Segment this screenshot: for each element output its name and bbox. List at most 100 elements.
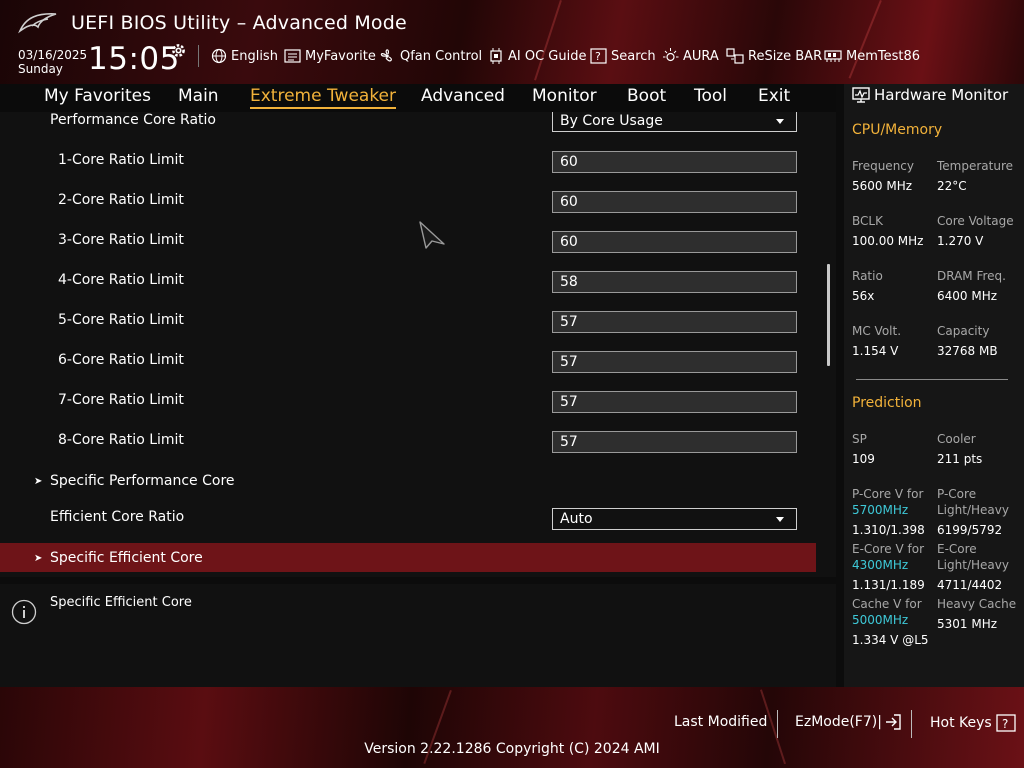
pcore-v-freq: 5700MHz (852, 503, 909, 517)
tab-main[interactable]: Main (178, 86, 219, 106)
last-modified-button[interactable]: Last Modified (674, 714, 767, 730)
resize-bar-button[interactable]: ReSize BAR (726, 47, 822, 65)
performance-core-ratio-select[interactable]: By Core Usage (552, 112, 797, 132)
ratio-label: Ratio (852, 269, 883, 283)
pcore-v-label-text: P-Core V for (852, 487, 924, 501)
exit-arrow-icon (885, 714, 901, 730)
cpu-memory-section-title: CPU/Memory (852, 122, 943, 138)
hardware-monitor-panel: Hardware Monitor CPU/Memory Frequency 56… (844, 84, 1024, 687)
date-text: 03/16/2025 (18, 48, 88, 62)
cache-v-label: Cache V for 5000MHz (852, 596, 922, 628)
language-label: English (231, 48, 278, 64)
core-limit-field[interactable]: 57 (552, 351, 797, 373)
ecore-lh-label-1: E-Core (937, 542, 977, 556)
myfavorite-button[interactable]: MyFavorite (284, 47, 376, 65)
ecore-lh-label-2: Light/Heavy (937, 558, 1009, 572)
myfavorite-label: MyFavorite (305, 48, 376, 64)
info-icon (11, 599, 37, 625)
mc-volt-label: MC Volt. (852, 324, 902, 338)
aura-light-icon (663, 48, 679, 62)
ai-oc-guide-label: AI OC Guide (508, 48, 587, 64)
core-limit-label: 6-Core Ratio Limit (58, 352, 184, 368)
core-limit-field[interactable]: 60 (552, 151, 797, 173)
pcore-light-heavy-value: 6199/5792 (937, 523, 1003, 537)
fan-icon (380, 49, 392, 62)
qfan-control-button[interactable]: Qfan Control (378, 47, 482, 65)
footer-divider (777, 710, 778, 738)
core-limit-label: 4-Core Ratio Limit (58, 272, 184, 288)
monitor-icon (852, 87, 870, 103)
core-limit-label: 3-Core Ratio Limit (58, 232, 184, 248)
ecore-light-heavy-value: 4711/4402 (937, 578, 1003, 592)
help-panel: Specific Efficient Core (0, 584, 836, 687)
tab-my-favorites[interactable]: My Favorites (44, 86, 151, 106)
resize-bar-label: ReSize BAR (748, 48, 823, 64)
performance-core-ratio-value: By Core Usage (560, 113, 663, 129)
tab-tool[interactable]: Tool (694, 86, 727, 106)
tab-extreme-tweaker[interactable]: Extreme Tweaker (250, 86, 397, 109)
cache-v-value: 1.334 V @L5 (852, 633, 929, 647)
ecore-v-label-text: E-Core V for (852, 542, 925, 556)
capacity-label: Capacity (937, 324, 990, 338)
pcore-v-label: P-Core V for 5700MHz (852, 486, 923, 518)
hardware-monitor-title: Hardware Monitor (852, 86, 1008, 104)
core-limit-field[interactable]: 60 (552, 231, 797, 253)
efficient-core-ratio-value: Auto (560, 511, 593, 527)
aura-label: AURA (683, 48, 719, 64)
specific-performance-core-link[interactable]: Specific Performance Core (50, 473, 235, 489)
core-limit-field[interactable]: 57 (552, 391, 797, 413)
mouse-cursor-icon (419, 221, 445, 249)
submenu-arrow-icon: ➤ (34, 476, 43, 487)
tab-monitor[interactable]: Monitor (532, 86, 597, 106)
scrollbar-thumb[interactable] (827, 264, 830, 366)
cache-v-label-text: Cache V for (852, 597, 922, 611)
capacity-value: 32768 MB (937, 344, 998, 358)
heavy-cache-label: Heavy Cache (937, 597, 1017, 611)
specific-efficient-core-link[interactable]: Specific Efficient Core (50, 550, 203, 566)
submenu-arrow-icon: ➤ (34, 553, 43, 564)
rog-logo-icon (18, 13, 57, 34)
search-button[interactable]: ? Search (590, 47, 656, 65)
ezmode-label: EzMode(F7)| (795, 714, 882, 730)
footer-divider (911, 710, 912, 738)
efficient-core-ratio-select[interactable]: Auto (552, 508, 797, 530)
tab-advanced[interactable]: Advanced (421, 86, 505, 106)
sp-label: SP (852, 432, 867, 446)
favorite-list-icon (284, 49, 301, 63)
pcore-lh-label-1: P-Core (937, 487, 977, 501)
tab-boot[interactable]: Boot (627, 86, 666, 106)
language-button[interactable]: English (211, 47, 278, 65)
pcore-v-value: 1.310/1.398 (852, 523, 925, 537)
gear-icon[interactable] (170, 42, 187, 59)
memory-icon (824, 50, 842, 62)
dram-freq-label: DRAM Freq. (937, 269, 1006, 283)
core-limit-field[interactable]: 58 (552, 271, 797, 293)
day-text: Sunday (18, 62, 63, 76)
help-question-icon: ? (996, 714, 1016, 732)
version-text: Version 2.22.1286 Copyright (C) 2024 AMI (364, 741, 660, 757)
dram-freq-value: 6400 MHz (937, 289, 998, 303)
mc-volt-value: 1.154 V (852, 344, 899, 358)
ratio-value: 56x (852, 289, 875, 303)
core-voltage-label: Core Voltage (937, 214, 1014, 228)
frequency-value: 5600 MHz (852, 179, 913, 193)
ezmode-button[interactable]: EzMode(F7)| (795, 714, 902, 730)
aura-button[interactable]: AURA (662, 47, 719, 65)
search-label: Search (611, 48, 656, 64)
core-limit-field[interactable]: 57 (552, 431, 797, 453)
cooler-label: Cooler (937, 432, 976, 446)
qfan-control-label: Qfan Control (400, 48, 483, 64)
memtest86-button[interactable]: MemTest86 (824, 47, 920, 65)
core-limit-field[interactable]: 60 (552, 191, 797, 213)
ecore-v-label: E-Core V for 4300MHz (852, 541, 924, 573)
globe-icon (211, 48, 227, 64)
ai-oc-guide-button[interactable]: AI OC Guide (488, 47, 586, 65)
hot-keys-button[interactable]: Hot Keys ? (930, 714, 1016, 732)
core-limit-field[interactable]: 57 (552, 311, 797, 333)
svg-text:?: ? (595, 50, 601, 63)
core-voltage-value: 1.270 V (937, 234, 984, 248)
hardware-monitor-title-text: Hardware Monitor (874, 86, 1009, 104)
tab-exit[interactable]: Exit (758, 86, 790, 106)
heavy-cache-value: 5301 MHz (937, 617, 998, 631)
hot-keys-label: Hot Keys (930, 715, 992, 731)
